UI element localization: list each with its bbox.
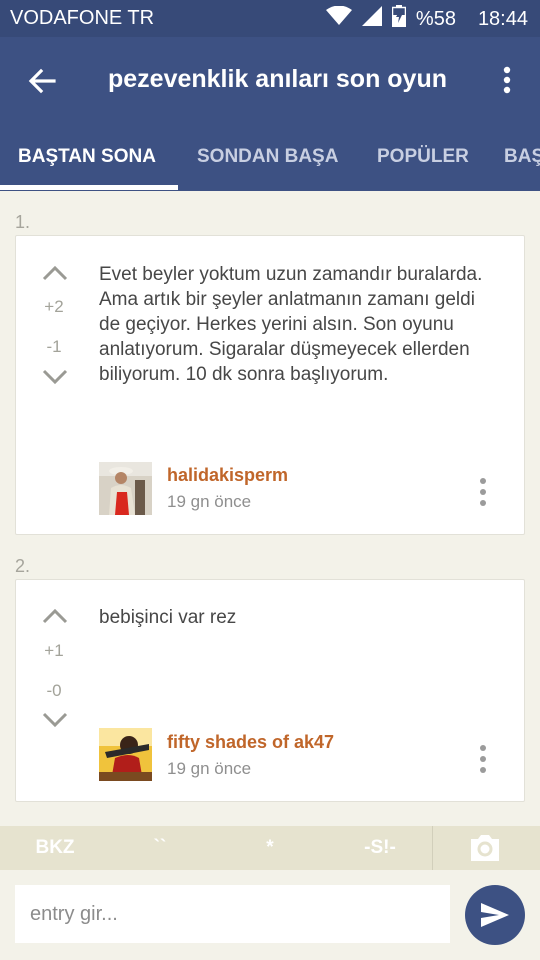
tab-populer[interactable]: POPÜLER bbox=[377, 125, 469, 191]
status-icons: %58 18:44 bbox=[325, 5, 528, 33]
back-arrow-icon[interactable] bbox=[22, 61, 62, 101]
spoiler-button[interactable]: -S!- bbox=[350, 826, 410, 870]
send-icon[interactable] bbox=[465, 885, 525, 945]
app-bar: pezevenklik anıları son oyun bbox=[0, 37, 540, 125]
downvote-count: -0 bbox=[46, 681, 62, 700]
author-name[interactable]: fifty shades of ak47 bbox=[167, 732, 334, 753]
tab-sondan-basa[interactable]: SONDAN BAŞA bbox=[197, 125, 338, 191]
input-bar bbox=[0, 870, 540, 960]
entry-number: 1. bbox=[15, 212, 31, 232]
format-divider bbox=[432, 826, 433, 870]
entry-text: Evet beyler yoktum uzun zamandır buralar… bbox=[99, 264, 483, 385]
entry-time: 19 gn önce bbox=[167, 492, 252, 511]
tab-indicator bbox=[0, 185, 178, 190]
downvote-icon[interactable] bbox=[41, 368, 69, 386]
topic-title: pezevenklik anıları son oyun bbox=[108, 65, 448, 93]
backtick-button[interactable]: `` bbox=[135, 826, 185, 870]
entry-input[interactable] bbox=[15, 885, 450, 943]
tab-bas[interactable]: BAŞ bbox=[504, 125, 540, 191]
entry-card: +1 -0 bebişinci var rez fifty shades of … bbox=[15, 579, 525, 802]
tab-bastan-sona[interactable]: BAŞTAN SONA bbox=[18, 125, 156, 191]
entry-time: 19 gn önce bbox=[167, 759, 252, 778]
downvote-count: -1 bbox=[46, 337, 62, 356]
entry-text: bebişinci var rez bbox=[99, 607, 237, 628]
star-button[interactable]: * bbox=[245, 826, 295, 870]
clock: 18:44 bbox=[477, 7, 528, 30]
avatar[interactable] bbox=[99, 728, 152, 781]
tab-bar: BAŞTAN SONA SONDAN BAŞA POPÜLER BAŞ bbox=[0, 125, 540, 191]
entry-number: 2. bbox=[15, 556, 31, 576]
format-bar: BKZ `` * -S!- bbox=[0, 826, 540, 870]
upvote-count: +1 bbox=[44, 641, 64, 660]
downvote-icon[interactable] bbox=[41, 711, 69, 729]
more-vert-icon[interactable] bbox=[492, 61, 522, 101]
entry-more-icon[interactable] bbox=[472, 475, 494, 511]
bkz-button[interactable]: BKZ bbox=[20, 826, 90, 870]
wifi-icon bbox=[325, 5, 352, 32]
carrier-name: VODAFONE TR bbox=[10, 7, 155, 29]
battery-level: %58 bbox=[415, 7, 456, 30]
battery-icon bbox=[391, 5, 407, 33]
upvote-icon[interactable] bbox=[41, 607, 69, 625]
avatar[interactable] bbox=[99, 462, 152, 515]
entry-more-icon[interactable] bbox=[472, 742, 494, 778]
signal-icon bbox=[361, 6, 382, 32]
author-name[interactable]: halidakisperm bbox=[167, 465, 288, 486]
upvote-icon[interactable] bbox=[41, 264, 69, 282]
camera-icon[interactable] bbox=[468, 832, 502, 864]
entry-card: +2 -1 Evet beyler yoktum uzun zamandır b… bbox=[15, 235, 525, 535]
status-bar: VODAFONE TR %58 18:44 bbox=[0, 0, 540, 37]
upvote-count: +2 bbox=[44, 297, 64, 316]
